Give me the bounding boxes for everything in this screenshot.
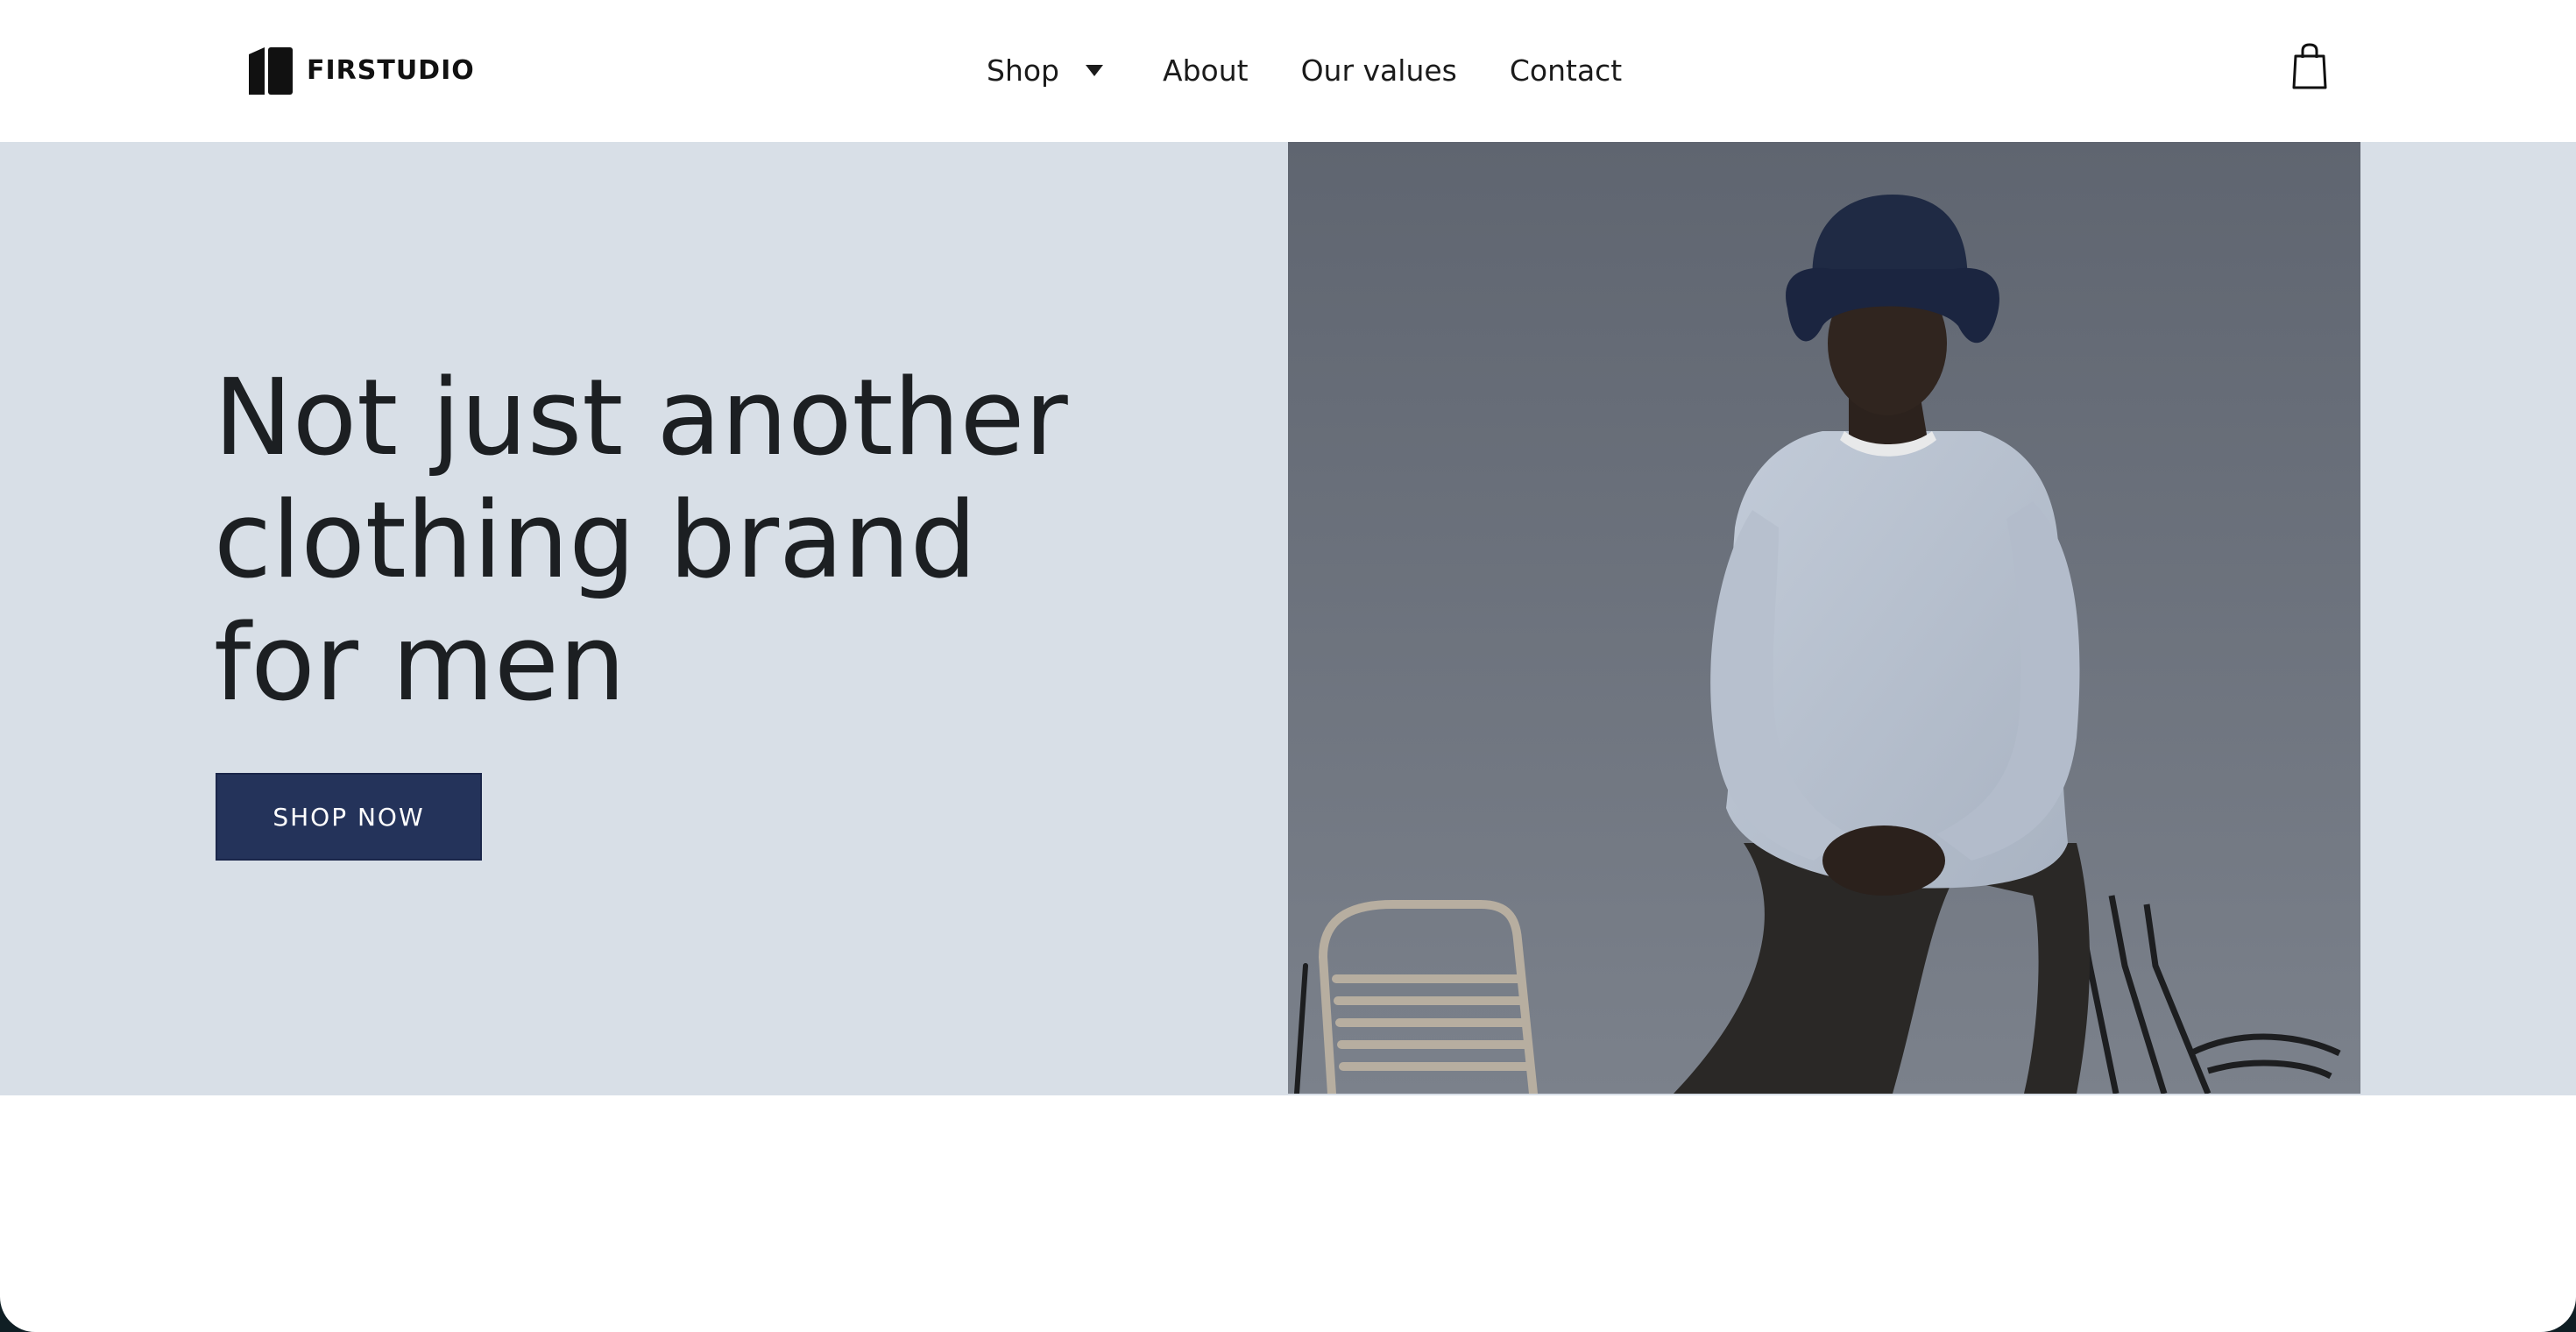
main-nav: Shop About Our values Contact [987,51,1622,89]
nav-item-contact[interactable]: Contact [1510,53,1622,88]
nav-item-label: Our values [1300,53,1457,88]
headline-line: clothing brand [214,480,977,602]
shop-now-button[interactable]: SHOP NOW [216,773,482,861]
logo-mark-icon [249,47,293,95]
page: FIRSTUDIO Shop About Our values Contact … [0,0,2576,1332]
nav-item-label: About [1163,53,1249,88]
hero-image [1288,142,2360,1094]
site-header: FIRSTUDIO Shop About Our values Contact [0,0,2576,142]
brand-name: FIRSTUDIO [307,54,475,86]
shopping-bag-icon[interactable] [2290,42,2329,91]
hero-section: Not just another clothing brand for men … [0,142,2576,1095]
caret-down-icon [1086,64,1103,76]
brand-logo[interactable]: FIRSTUDIO [247,46,475,95]
hero-photo-illustration [1288,142,2360,1094]
nav-item-label: Shop [987,53,1059,88]
hero-headline: Not just another clothing brand for men [214,358,1178,726]
nav-item-label: Contact [1509,53,1623,88]
headline-line: Not just another [214,358,1068,479]
nav-item-about[interactable]: About [1163,53,1249,88]
nav-item-shop[interactable]: Shop [987,53,1103,88]
headline-line: for men [214,603,626,725]
nav-item-our-values[interactable]: Our values [1301,53,1457,88]
